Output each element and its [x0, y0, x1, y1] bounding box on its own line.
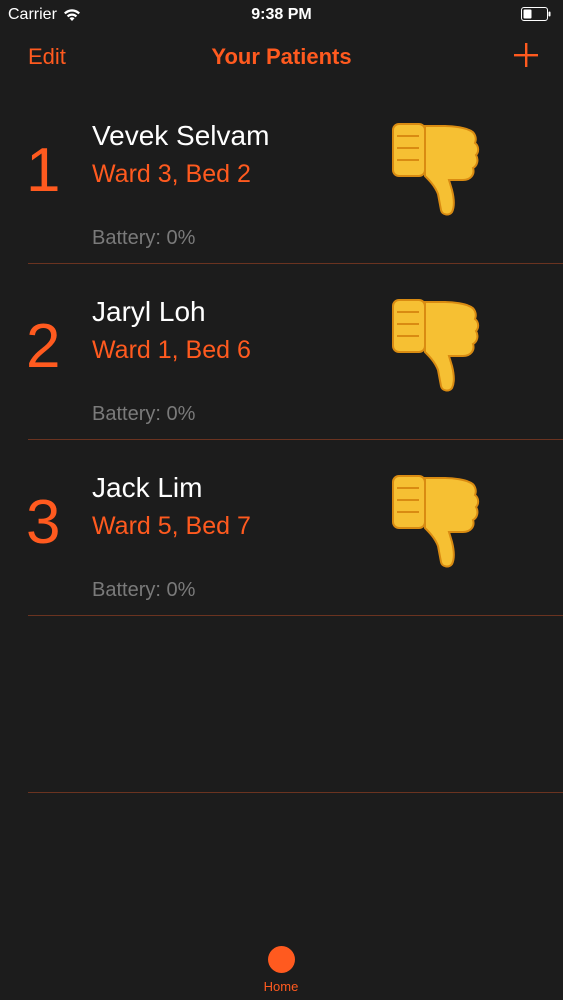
status-bar: Carrier 9:38 PM [0, 0, 563, 30]
patient-battery: Battery: 0% [92, 227, 196, 249]
patient-number: 1 [26, 136, 61, 205]
battery-icon [521, 7, 551, 21]
plus-icon[interactable] [513, 42, 539, 68]
patient-row[interactable]: 2 Jaryl Loh Ward 1, Bed 6 Battery: 0% [0, 264, 563, 440]
patient-number: 3 [26, 488, 61, 557]
row-divider [28, 615, 563, 616]
navigation-bar: Edit Your Patients [0, 30, 563, 86]
patient-name: Vevek Selvam [92, 120, 270, 151]
thumbs-down-icon [392, 123, 480, 216]
patient-number: 2 [26, 312, 61, 381]
tab-home-label: Home [263, 979, 299, 994]
patient-battery: Battery: 0% [92, 403, 196, 425]
status-time: 9:38 PM [251, 6, 312, 23]
thumbs-down-icon [392, 475, 480, 568]
home-icon [267, 946, 295, 973]
patient-row[interactable]: 1 Vevek Selvam Ward 3, Bed 2 Battery: 0% [0, 88, 563, 264]
patient-name: Jack Lim [92, 472, 203, 503]
thumbs-down-icon [392, 299, 480, 392]
patient-list: 1 Vevek Selvam Ward 3, Bed 2 Battery: 0%… [0, 88, 563, 616]
patient-row[interactable]: 3 Jack Lim Ward 5, Bed 7 Battery: 0% [0, 440, 563, 616]
patient-location: Ward 1, Bed 6 [92, 336, 251, 364]
tab-bar: Home [0, 940, 563, 1000]
empty-row-divider [28, 792, 563, 793]
patient-battery: Battery: 0% [92, 579, 196, 601]
patient-location: Ward 3, Bed 2 [92, 160, 251, 188]
patient-name: Jaryl Loh [92, 296, 206, 327]
patient-location: Ward 5, Bed 7 [92, 512, 251, 540]
page-title: Your Patients [211, 44, 352, 69]
tab-home[interactable]: Home [250, 940, 312, 1000]
